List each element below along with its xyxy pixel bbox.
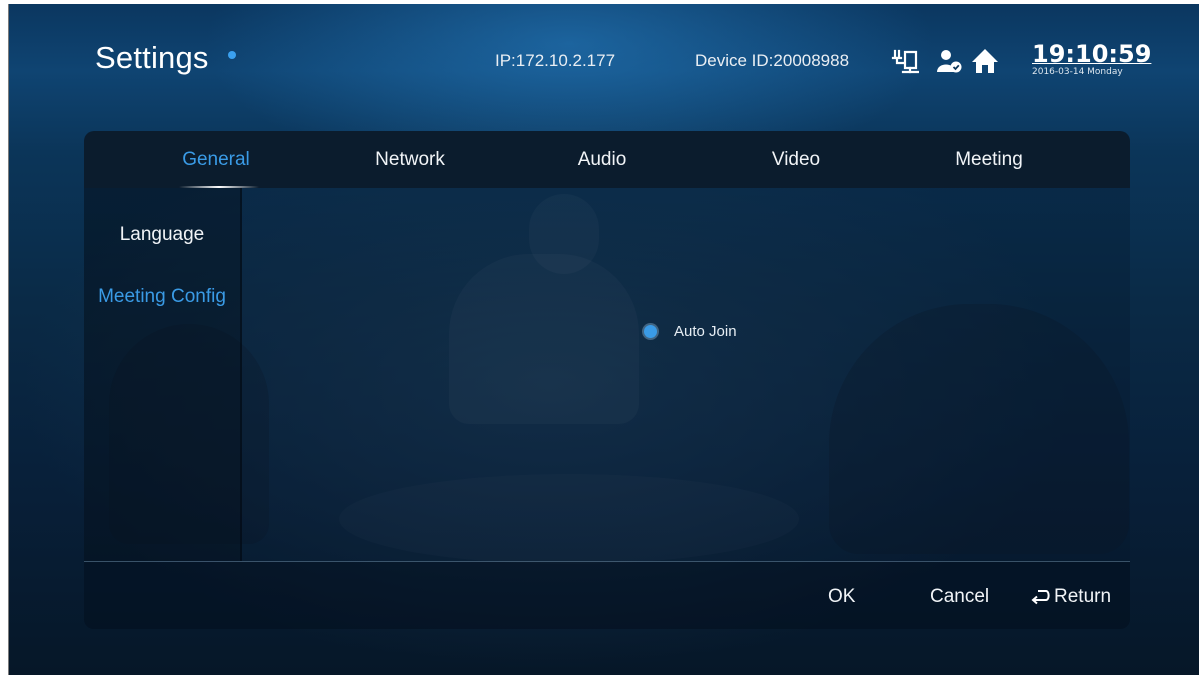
- auto-join-label: Auto Join: [674, 322, 737, 340]
- title-accent-dot: [228, 51, 236, 59]
- network-icon: [891, 49, 919, 74]
- auto-join-option[interactable]: Auto Join: [644, 321, 737, 341]
- clock-date: 2016-03-14 Monday: [1032, 67, 1123, 77]
- footer-bar: OK Cancel Return: [84, 562, 1130, 629]
- tab-meeting[interactable]: Meeting: [899, 131, 1079, 188]
- settings-panel: General Network Audio Video Meeting Lang…: [84, 131, 1130, 629]
- sidebar-item-language[interactable]: Language: [84, 224, 240, 246]
- device-id: Device ID:20008988: [695, 51, 850, 70]
- tab-general[interactable]: General: [126, 131, 306, 188]
- sidebar: Language Meeting Config: [84, 188, 242, 561]
- ip-address: IP:172.10.2.177: [495, 51, 616, 70]
- ok-button[interactable]: OK: [828, 586, 855, 608]
- sidebar-item-meeting-config[interactable]: Meeting Config: [84, 286, 240, 308]
- tab-audio[interactable]: Audio: [512, 131, 692, 188]
- home-icon[interactable]: [971, 47, 999, 75]
- settings-screen: Settings IP:172.10.2.177 Device ID:20008…: [8, 4, 1199, 675]
- page-title: Settings: [95, 40, 209, 75]
- tab-bar: General Network Audio Video Meeting: [84, 131, 1130, 188]
- user-status-icon: [937, 50, 962, 73]
- return-icon: [1031, 590, 1050, 605]
- clock-time: 19:10:59: [1032, 40, 1152, 68]
- return-button[interactable]: Return: [1030, 586, 1111, 608]
- tab-network[interactable]: Network: [320, 131, 500, 188]
- cancel-button[interactable]: Cancel: [930, 586, 989, 608]
- tab-video[interactable]: Video: [706, 131, 886, 188]
- return-label: Return: [1054, 586, 1112, 607]
- auto-join-radio[interactable]: [644, 324, 657, 338]
